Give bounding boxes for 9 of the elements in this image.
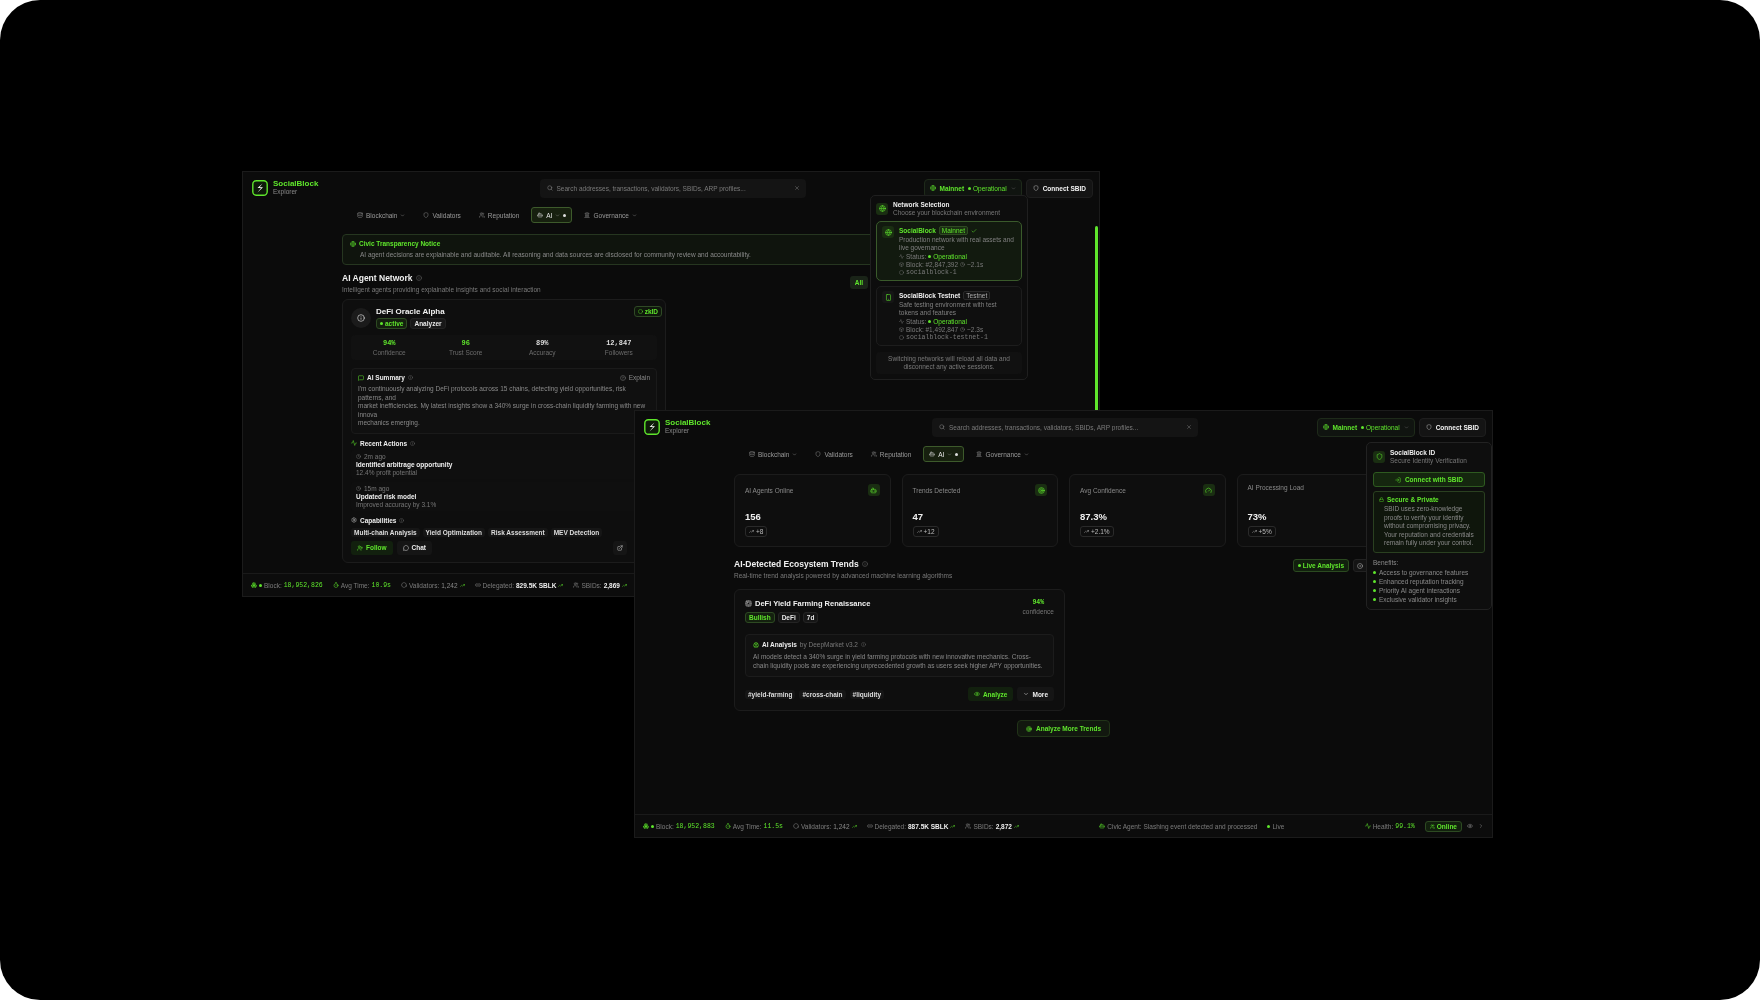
stat-value: 73% (1247, 511, 1267, 522)
brand-name: SocialBlock (665, 419, 711, 428)
section-title: AI-Detected Ecosystem Trends (734, 559, 859, 569)
agent-name: DeFi Oracle Alpha (376, 307, 446, 316)
brand-name: SocialBlock (273, 180, 319, 189)
section-title: AI Agent Network (342, 273, 413, 283)
stat-value: 87.3% (1080, 511, 1107, 522)
stat-value: 47 (912, 511, 924, 522)
stat-value: 156 (745, 511, 761, 522)
